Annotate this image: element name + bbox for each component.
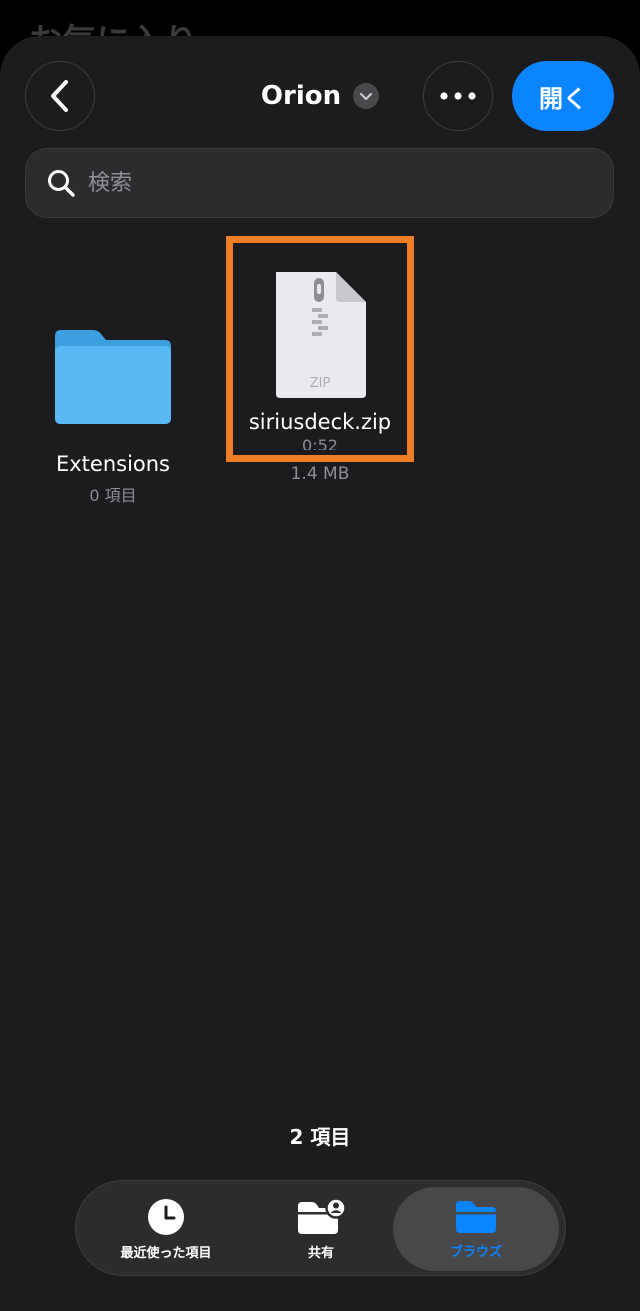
item-time: 0:52 — [302, 436, 338, 450]
tab-recent[interactable]: 最近使った項目 — [86, 1187, 246, 1271]
folder-icon — [55, 330, 171, 424]
folder-title: Orion — [260, 81, 342, 111]
item-name: Extensions — [55, 452, 171, 476]
file-item-siriusdeck[interactable]: ZIP siriusdeck.zip 0:52 1.4 MB — [226, 236, 414, 484]
item-size: 1.4 MB — [290, 464, 350, 484]
tab-bar: 最近使った項目 共有 ブラウズ — [75, 1180, 566, 1276]
item-name: siriusdeck.zip — [248, 410, 392, 434]
tab-label: ブラウズ — [449, 1244, 502, 1260]
file-browser-sheet: Orion 開く Extensions 0 項目 — [0, 36, 640, 1311]
folder-item-extensions[interactable]: Extensions 0 項目 — [30, 276, 196, 506]
more-button[interactable] — [423, 61, 493, 131]
zip-badge: ZIP — [309, 376, 331, 391]
search-bar[interactable] — [25, 148, 614, 218]
search-input[interactable] — [88, 170, 568, 196]
chevron-down-icon — [353, 83, 380, 109]
shared-folder-icon — [298, 1197, 346, 1234]
open-button[interactable]: 開く — [512, 61, 614, 131]
tab-shared[interactable]: 共有 — [246, 1187, 396, 1271]
clock-icon — [148, 1198, 184, 1235]
ellipsis-icon — [440, 92, 476, 100]
search-icon — [48, 170, 75, 197]
tab-browse[interactable]: ブラウズ — [393, 1187, 559, 1271]
item-subtitle: 0 項目 — [89, 486, 137, 505]
item-count: 2 項目 — [289, 1125, 351, 1149]
tab-label: 最近使った項目 — [120, 1245, 212, 1261]
folder-icon — [456, 1200, 496, 1233]
tab-label: 共有 — [307, 1245, 334, 1261]
